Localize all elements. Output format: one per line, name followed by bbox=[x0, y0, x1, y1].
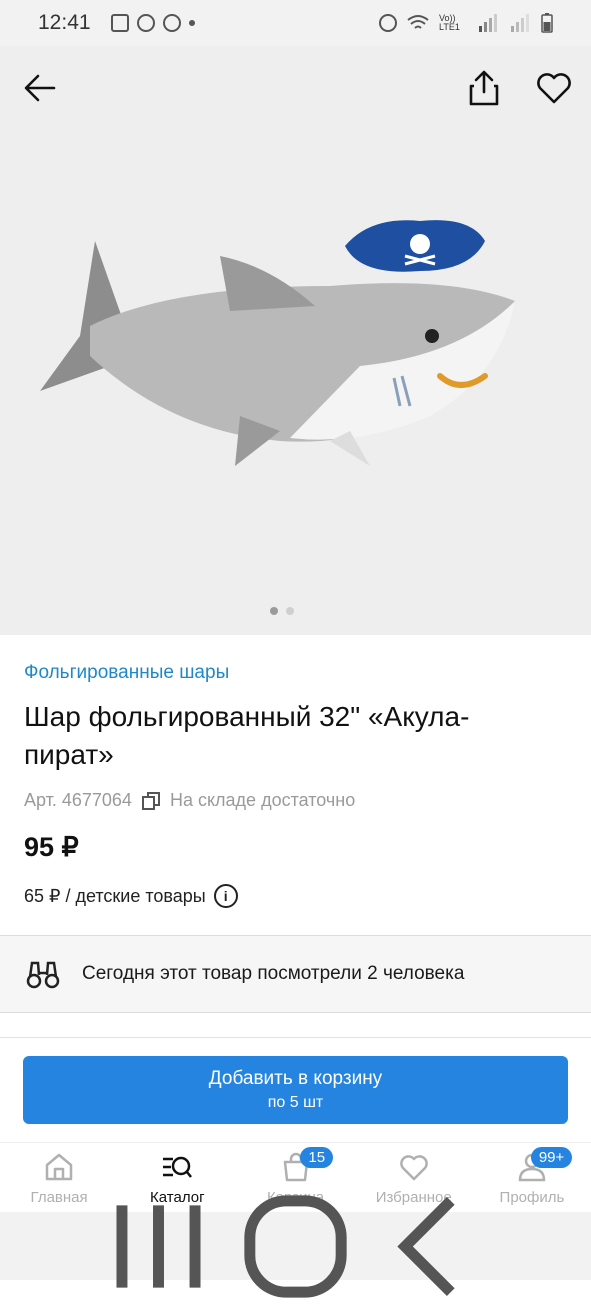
volte-indicator: Vo)) LTE1 bbox=[439, 13, 460, 32]
skype-icon bbox=[162, 14, 181, 32]
signal-icon bbox=[479, 14, 497, 32]
stock-status: На складе достаточно bbox=[169, 790, 356, 810]
home-button-icon[interactable] bbox=[227, 1178, 364, 1315]
profile-badge: 99+ bbox=[530, 1147, 573, 1168]
alarm-icon bbox=[379, 14, 397, 32]
gallery-icon bbox=[110, 14, 129, 32]
price: 95 ₽ bbox=[24, 832, 79, 862]
system-back-icon[interactable] bbox=[364, 1178, 501, 1315]
add-to-cart-sublabel: по 5 шт bbox=[267, 1094, 324, 1111]
product-image-shark-balloon bbox=[40, 220, 515, 466]
back-arrow-icon[interactable] bbox=[20, 68, 60, 108]
favorite-heart-icon[interactable] bbox=[534, 68, 574, 108]
binoculars-icon bbox=[26, 961, 60, 989]
product-title: Шар фольгированный 32" «Акула-пират» bbox=[24, 701, 470, 770]
add-to-cart-label: Добавить в корзину bbox=[208, 1068, 383, 1089]
signal-2-icon bbox=[511, 14, 529, 32]
wifi-icon bbox=[407, 15, 429, 29]
pager-dot bbox=[286, 607, 294, 615]
wholesale-price: 65 ₽ / детские товары i bbox=[24, 884, 238, 908]
more-notifications-icon bbox=[188, 20, 195, 26]
divider bbox=[0, 1037, 591, 1038]
viewers-text: Сегодня этот товар посмотрели 2 человека bbox=[82, 963, 465, 984]
article-number: Арт. 4677064 bbox=[24, 790, 132, 810]
home-icon bbox=[45, 1153, 73, 1181]
viewers-notice: Сегодня этот товар посмотрели 2 человека bbox=[0, 935, 591, 1013]
cart-badge: 15 bbox=[300, 1147, 334, 1168]
copy-icon[interactable] bbox=[141, 791, 160, 810]
nav-home-label: Главная bbox=[30, 1189, 88, 1206]
gallery-pager bbox=[270, 607, 294, 615]
nav-profile-label: Профиль bbox=[499, 1189, 565, 1206]
viber-icon bbox=[136, 14, 155, 32]
add-to-cart-button[interactable]: Добавить в корзину по 5 шт bbox=[23, 1056, 568, 1124]
product-gallery[interactable] bbox=[0, 46, 591, 635]
category-link[interactable]: Фольгированные шары bbox=[24, 662, 229, 684]
wholesale-price-text: 65 ₽ / детские товары bbox=[24, 885, 206, 906]
product-meta: Арт. 4677064 На складе достаточно bbox=[24, 790, 355, 811]
system-navigation-bar bbox=[0, 1194, 591, 1298]
battery-icon bbox=[541, 13, 553, 33]
clock: 12:41 bbox=[38, 11, 91, 34]
pager-dot bbox=[270, 607, 278, 615]
recent-apps-icon[interactable] bbox=[90, 1178, 227, 1315]
status-bar: 12:41 Vo)) LTE1 bbox=[0, 0, 591, 46]
share-icon[interactable] bbox=[466, 68, 502, 108]
info-icon[interactable]: i bbox=[213, 884, 238, 908]
